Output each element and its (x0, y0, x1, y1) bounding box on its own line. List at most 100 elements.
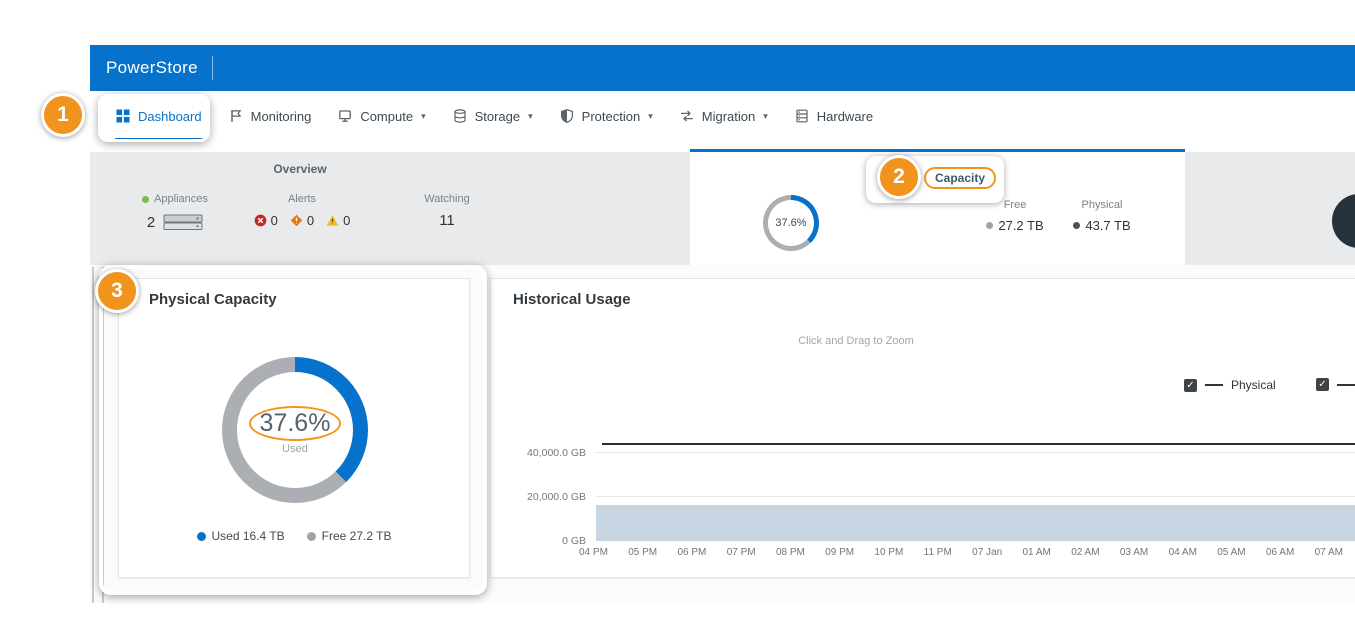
overview-tab-title: Overview (240, 162, 360, 176)
capacity-free-metric: Free 27.2 TB (975, 199, 1055, 233)
main-nav: Dashboard Monitoring Compute ▾ Storage (90, 91, 1355, 141)
x-tick-label: 08 PM (776, 547, 805, 558)
x-tick-label: 06 PM (677, 547, 706, 558)
physical-dot (1073, 222, 1080, 229)
x-tick-label: 05 PM (628, 547, 657, 558)
physical-capacity-card: Physical Capacity 37.6% Used Used 16.4 T… (118, 278, 470, 578)
compute-icon (337, 108, 353, 124)
chevron-down-icon: ▾ (421, 112, 426, 121)
minor-alerts[interactable]: 0 (326, 213, 350, 228)
x-axis-tick-row: 04 PM05 PM06 PM07 PM08 PM09 PM10 PM11 PM… (579, 547, 1355, 558)
critical-alert-count: 0 (271, 213, 278, 228)
y-tick-label: 20,000.0 GB (501, 491, 586, 503)
nav-hardware[interactable]: Hardware (794, 91, 873, 141)
x-tick-label: 03 AM (1120, 547, 1148, 558)
legend-free: Free 27.2 TB (307, 529, 392, 543)
chevron-down-icon: ▾ (528, 112, 533, 121)
y-tick-label: 0 GB (501, 535, 586, 547)
minor-alert-count: 0 (343, 213, 350, 228)
used-series-area (596, 505, 1355, 541)
physical-value: 43.7 TB (1085, 218, 1130, 233)
performance-gauge-partial (1332, 194, 1355, 248)
x-tick-label: 06 AM (1266, 547, 1294, 558)
appliances-metric[interactable]: Appliances 2 (135, 193, 215, 232)
appliances-count: 2 (147, 214, 155, 231)
x-tick-label: 01 AM (1023, 547, 1051, 558)
major-alert-count: 0 (307, 213, 314, 228)
nav-monitoring[interactable]: Monitoring (228, 91, 312, 141)
used-percent: 37.6% (260, 409, 331, 437)
x-tick-label: 04 AM (1169, 547, 1197, 558)
nav-protection[interactable]: Protection ▾ (559, 91, 653, 141)
major-alerts[interactable]: 0 (290, 213, 314, 228)
x-tick-label: 07 AM (1315, 547, 1343, 558)
alerts-label: Alerts (288, 193, 316, 205)
page: PowerStore Dashboard Monitoring (0, 0, 1355, 617)
historical-usage-card: Historical Usage Click and Drag to Zoom … (490, 278, 1355, 578)
physical-series-line (602, 443, 1355, 445)
x-tick-label: 07 PM (727, 547, 756, 558)
nav-dashboard[interactable]: Dashboard (115, 91, 202, 141)
summary-tab-overview[interactable]: Overview Appliances 2 Alerts (90, 152, 690, 265)
storage-icon (452, 108, 468, 124)
capacity-gauge: 37.6% (763, 195, 819, 251)
free-value: 27.2 TB (998, 218, 1043, 233)
chevron-down-icon: ▾ (648, 112, 653, 121)
watching-metric[interactable]: Watching 11 (407, 193, 487, 229)
zoom-hint: Click and Drag to Zoom (761, 335, 951, 347)
used-percent-sublabel: Used (282, 443, 308, 455)
major-alert-icon (290, 214, 303, 227)
appliance-icon (163, 212, 203, 232)
capacity-gauge-percent: 37.6% (775, 217, 806, 229)
legend-used: Used 16.4 TB (197, 529, 285, 543)
critical-alert-icon (254, 214, 267, 227)
historical-usage-title: Historical Usage (513, 291, 631, 308)
window-edge-line (92, 267, 94, 603)
x-tick-label: 02 AM (1071, 547, 1099, 558)
flag-icon (228, 108, 244, 124)
percent-highlight-oval: 37.6% (249, 406, 342, 441)
nav-label: Compute (360, 109, 413, 124)
x-tick-label: 05 AM (1217, 547, 1245, 558)
health-ok-dot (142, 196, 149, 203)
step-1-badge: 1 (41, 93, 85, 137)
physical-label: Physical (1062, 199, 1142, 211)
nav-label: Hardware (817, 109, 873, 124)
step-2-badge: 2 (877, 155, 921, 199)
nav-label: Storage (475, 109, 521, 124)
header-divider (212, 56, 213, 80)
used-legend-dot (197, 532, 206, 541)
x-tick-label: 09 PM (825, 547, 854, 558)
summary-tab-capacity[interactable]: Capacity 37.6% Free 27.2 TB Physical 43.… (690, 149, 1185, 265)
used-legend-label: Used 16.4 TB (212, 529, 285, 543)
physical-capacity-donut: 37.6% Used (222, 357, 368, 503)
nav-label: Dashboard (138, 109, 202, 124)
summary-tab-performance-partial[interactable] (1185, 152, 1355, 265)
nav-migration[interactable]: Migration ▾ (679, 91, 768, 141)
app-header: PowerStore (90, 45, 1355, 91)
dashboard-icon (115, 108, 131, 124)
critical-alerts[interactable]: 0 (254, 213, 278, 228)
free-dot (986, 222, 993, 229)
migration-icon (679, 108, 695, 124)
shield-icon (559, 108, 575, 124)
capacity-physical-metric: Physical 43.7 TB (1062, 199, 1142, 233)
usage-chart-plot[interactable] (596, 381, 1355, 541)
step-3-badge: 3 (95, 269, 139, 313)
nav-label: Protection (582, 109, 641, 124)
x-tick-label: 10 PM (874, 547, 903, 558)
appliances-label: Appliances (154, 193, 208, 205)
nav-storage[interactable]: Storage ▾ (452, 91, 533, 141)
nav-compute[interactable]: Compute ▾ (337, 91, 425, 141)
capacity-tab-title: Capacity (924, 167, 996, 189)
nav-label: Migration (702, 109, 755, 124)
alerts-metric: Alerts 0 0 (245, 193, 359, 228)
free-legend-dot (307, 532, 316, 541)
window-edge-line (102, 267, 104, 603)
watching-count: 11 (439, 212, 455, 229)
nav-label: Monitoring (251, 109, 312, 124)
gridline-40000 (596, 452, 1355, 453)
app-title: PowerStore (106, 58, 198, 78)
watching-label: Watching (424, 193, 469, 205)
free-legend-label: Free 27.2 TB (322, 529, 392, 543)
